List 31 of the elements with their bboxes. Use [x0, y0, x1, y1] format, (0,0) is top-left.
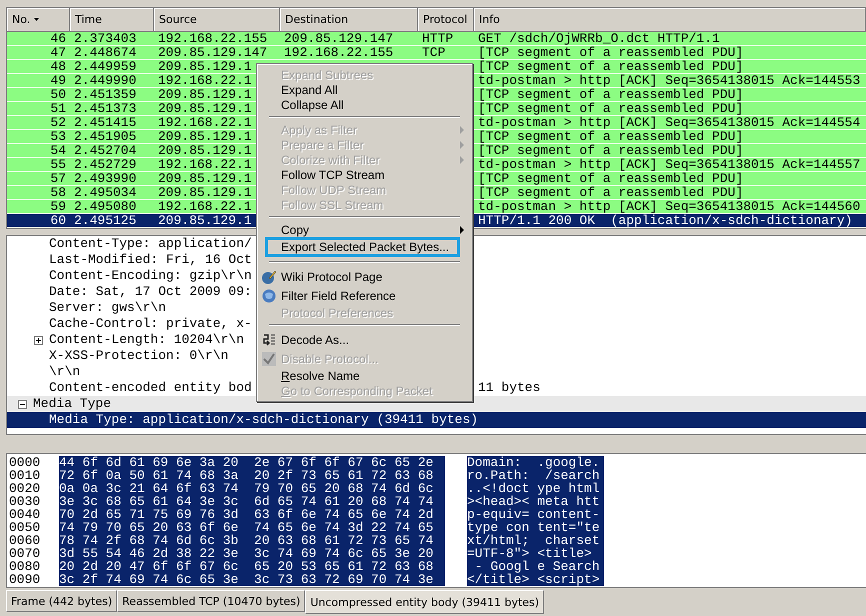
ascii-bytes: =UTF-8"> <title>: [467, 547, 604, 560]
hex-bytes: 3d 55 54 46 2d 38 22 3e 3c 74 69 74 6c 65 3e 20: [59, 547, 445, 560]
ascii-bytes: type con tent="te: [467, 521, 604, 534]
hex-bytes: 70 2d 65 71 75 69 76 3d 63 6f 6e 74 65 6e 74 2d: [59, 508, 445, 521]
tree-item-text: 11 bytes: [478, 380, 540, 396]
byte-offset: 0080: [8, 560, 42, 573]
byte-offset: 0020: [8, 482, 42, 495]
hex-bytes: 72 6f 0a 50 61 74 68 3a 20 2f 73 65 61 72 63 68: [59, 469, 445, 482]
ascii-bytes: </title> <script>: [467, 573, 604, 586]
ascii-bytes: p-equiv= content-: [467, 508, 604, 521]
hex-bytes: 3c 2f 74 69 74 6c 65 3e 3c 73 63 72 69 70 74 3e: [59, 573, 445, 586]
hex-bytes: 78 74 2f 68 74 6d 6c 3b 20 63 68 61 72 73 65 74: [59, 534, 445, 547]
byte-offset: 0010: [8, 469, 42, 482]
byte-offset: 0050: [8, 521, 42, 534]
ascii-bytes: ro.Path: /search: [467, 469, 604, 482]
ascii-bytes: ..<!doct ype html: [467, 482, 604, 495]
byte-offset: 0060: [8, 534, 42, 547]
ascii-bytes: ><head>< meta htt: [467, 495, 604, 508]
byte-offset: 0070: [8, 547, 42, 560]
byte-offset: 0000: [8, 456, 42, 469]
hex-bytes: 0a 0a 3c 21 64 6f 63 74 79 70 65 20 68 74 6d 6c: [59, 482, 445, 495]
hex-bytes: 3e 3c 68 65 61 64 3e 3c 6d 65 74 61 20 68 74 74: [59, 495, 445, 508]
hex-bytes: 74 79 70 65 20 63 6f 6e 74 65 6e 74 3d 22 74 65: [59, 521, 445, 534]
byte-offset: 0090: [8, 573, 42, 586]
byte-offset: 0030: [8, 495, 42, 508]
hex-bytes: 44 6f 6d 61 69 6e 3a 20 2e 67 6f 6f 67 6c 65 2e: [59, 456, 445, 469]
byte-offset: 0040: [8, 508, 42, 521]
ascii-bytes: - Googl e Search: [467, 560, 604, 573]
hex-bytes: 20 2d 20 47 6f 6f 67 6c 65 20 53 65 61 72 63 68: [59, 560, 445, 573]
ascii-bytes: Domain: .google.: [467, 456, 604, 469]
ascii-bytes: xt/html; charset: [467, 534, 604, 547]
